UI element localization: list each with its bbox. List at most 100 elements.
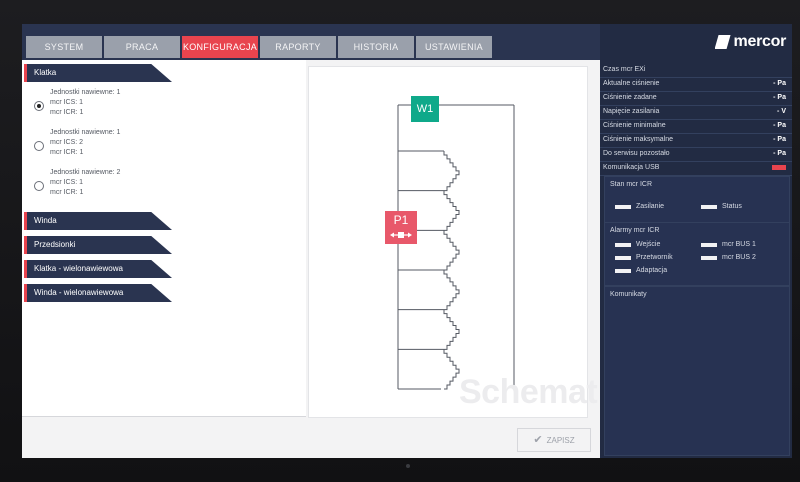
- check-icon: ✔: [533, 434, 543, 446]
- indicator-label: Zasilanie: [636, 203, 665, 210]
- option-line: mcr ICR: 1: [50, 149, 84, 156]
- tab-ustawienia[interactable]: USTAWIENIA: [416, 36, 492, 58]
- icr-alarms-title: Alarmy mcr ICR: [610, 227, 660, 234]
- tab-system[interactable]: SYSTEM: [26, 36, 102, 58]
- status-led: [615, 268, 631, 273]
- mercor-logo-mark-icon: [714, 35, 731, 49]
- indicator-label: Status: [722, 203, 742, 210]
- section-przedsionki-header[interactable]: Przedsionki: [24, 236, 172, 254]
- alarm-label: mcr BUS 2: [722, 254, 756, 261]
- alarm-adaptacja: Adaptacja: [615, 267, 667, 277]
- usb-status-indicator: [772, 165, 786, 170]
- section-klatka: Klatka: [22, 64, 306, 82]
- option-klatka-2: Jednostki nawiewne: 1 mcr ICS: 2 mcr ICR…: [32, 126, 306, 166]
- alarm-przetwornik: Przetwornik: [615, 254, 673, 264]
- sensor-connector-icon: [390, 232, 412, 238]
- param-row: Do serwisu pozostało - Pa: [600, 148, 792, 162]
- stair-flight: [443, 270, 460, 311]
- alarm-bus1: mcr BUS 1: [701, 241, 756, 251]
- option-klatka-3: Jednostki nawiewne: 2 mcr ICS: 1 mcr ICR…: [32, 166, 306, 206]
- param-value: - Pa: [773, 94, 786, 101]
- param-row: Napięcie zasilania - V: [600, 106, 792, 120]
- mercor-logo: mercor: [714, 30, 787, 54]
- save-button-label: ZAPISZ: [546, 436, 575, 445]
- schema-watermark: Schemat: [459, 373, 598, 411]
- tab-historia[interactable]: HISTORIA: [338, 36, 414, 58]
- option-klatka-1: Jednostki nawiewne: 1 mcr ICS: 1 mcr ICR…: [32, 86, 306, 126]
- option-line: mcr ICS: 2: [50, 139, 84, 146]
- tab-konfiguracja[interactable]: KONFIGURACJA: [182, 36, 258, 58]
- param-label: Ciśnienie maksymalne: [603, 136, 674, 143]
- status-panel: mercor Czas mcr EXi Aktualne ciśnienie - …: [600, 24, 792, 458]
- stair-flight: [443, 309, 460, 350]
- section-klatka-wielonawiewowa-label: Klatka - wielonawiewowa: [34, 264, 123, 273]
- option-line: mcr ICS: 1: [50, 99, 84, 106]
- icr-alarms-group: Alarmy mcr ICR Wejście mcr BUS 1 Przetwo…: [604, 222, 790, 286]
- option-line: mcr ICR: 1: [50, 189, 84, 196]
- stair-flight: [443, 151, 460, 192]
- indicator-status: Status: [701, 203, 742, 213]
- section-klatka-wielonawiewowa-header[interactable]: Klatka - wielonawiewowa: [24, 260, 172, 278]
- fan-unit-w1[interactable]: W1: [411, 96, 439, 122]
- param-label: Czas mcr EXi: [603, 66, 646, 73]
- param-row: Aktualne ciśnienie - Pa: [600, 78, 792, 92]
- section-winda-wielonawiewowa-header[interactable]: Winda - wielonawiewowa: [24, 284, 172, 302]
- section-winda-label: Winda: [34, 216, 57, 225]
- param-label: Napięcie zasilania: [603, 108, 660, 115]
- option-line: Jednostki nawiewne: 2: [50, 169, 121, 176]
- status-led: [701, 204, 717, 209]
- pressure-sensor-p1[interactable]: P1: [385, 211, 417, 244]
- left-panel-divider: [22, 416, 306, 417]
- alarm-label: Przetwornik: [636, 254, 673, 261]
- status-led: [615, 255, 631, 260]
- tab-praca[interactable]: PRACA: [104, 36, 180, 58]
- tab-bar: SYSTEM PRACA KONFIGURACJA RAPORTY HISTOR…: [22, 24, 600, 60]
- messages-group: Komunikaty: [604, 286, 790, 456]
- param-row: Czas mcr EXi: [600, 64, 792, 78]
- param-value: - Pa: [773, 122, 786, 129]
- param-value: - Pa: [773, 80, 786, 87]
- alarm-label: Adaptacja: [636, 267, 668, 274]
- param-label: Ciśnienie minimalne: [603, 122, 666, 129]
- usb-label: Komunikacja USB: [603, 164, 660, 171]
- stair-flight: [443, 190, 460, 231]
- monitor-power-led: [406, 464, 410, 468]
- param-row: Ciśnienie zadane - Pa: [600, 92, 792, 106]
- option-line: Jednostki nawiewne: 1: [50, 89, 121, 96]
- option-klatka-2-radio[interactable]: [34, 141, 44, 151]
- stair-flight: [443, 230, 460, 271]
- status-led: [615, 204, 631, 209]
- stair-flight: [443, 349, 460, 390]
- tab-raporty[interactable]: RAPORTY: [260, 36, 336, 58]
- param-row: Ciśnienie maksymalne - Pa: [600, 134, 792, 148]
- app-screen: SYSTEM PRACA KONFIGURACJA RAPORTY HISTOR…: [22, 24, 792, 458]
- schema-panel: Schemat W1 P1: [308, 66, 598, 418]
- option-klatka-1-radio[interactable]: [34, 101, 44, 111]
- param-value: - V: [777, 108, 786, 115]
- usb-row: Komunikacja USB: [600, 162, 792, 176]
- alarm-wejscie: Wejście: [615, 241, 660, 251]
- status-led: [701, 242, 717, 247]
- alarm-label: mcr BUS 1: [722, 241, 756, 248]
- param-label: Do serwisu pozostało: [603, 150, 670, 157]
- option-line: mcr ICR: 1: [50, 109, 84, 116]
- section-winda: Winda: [22, 212, 306, 230]
- section-winda-wielonawiewowa: Winda - wielonawiewowa: [22, 284, 306, 302]
- section-klatka-wielonawiewowa: Klatka - wielonawiewowa: [22, 260, 306, 278]
- messages-title: Komunikaty: [610, 291, 647, 298]
- mercor-logo-text: mercor: [733, 33, 787, 50]
- option-klatka-3-radio[interactable]: [34, 181, 44, 191]
- icr-state-title: Stan mcr ICR: [610, 181, 653, 188]
- section-klatka-header[interactable]: Klatka: [24, 64, 172, 82]
- parameters-list: Czas mcr EXi Aktualne ciśnienie - Pa Ciśn…: [600, 64, 792, 176]
- status-led: [701, 255, 717, 260]
- alarm-label: Wejście: [636, 241, 661, 248]
- save-button[interactable]: ✔ ZAPISZ: [517, 428, 591, 452]
- param-label: Ciśnienie zadane: [603, 94, 657, 101]
- status-led: [615, 242, 631, 247]
- param-row: Ciśnienie minimalne - Pa: [600, 120, 792, 134]
- section-winda-wielonawiewowa-label: Winda - wielonawiewowa: [34, 288, 124, 297]
- section-winda-header[interactable]: Winda: [24, 212, 172, 230]
- section-klatka-label: Klatka: [34, 68, 57, 77]
- indicator-zasilanie: Zasilanie: [615, 203, 664, 213]
